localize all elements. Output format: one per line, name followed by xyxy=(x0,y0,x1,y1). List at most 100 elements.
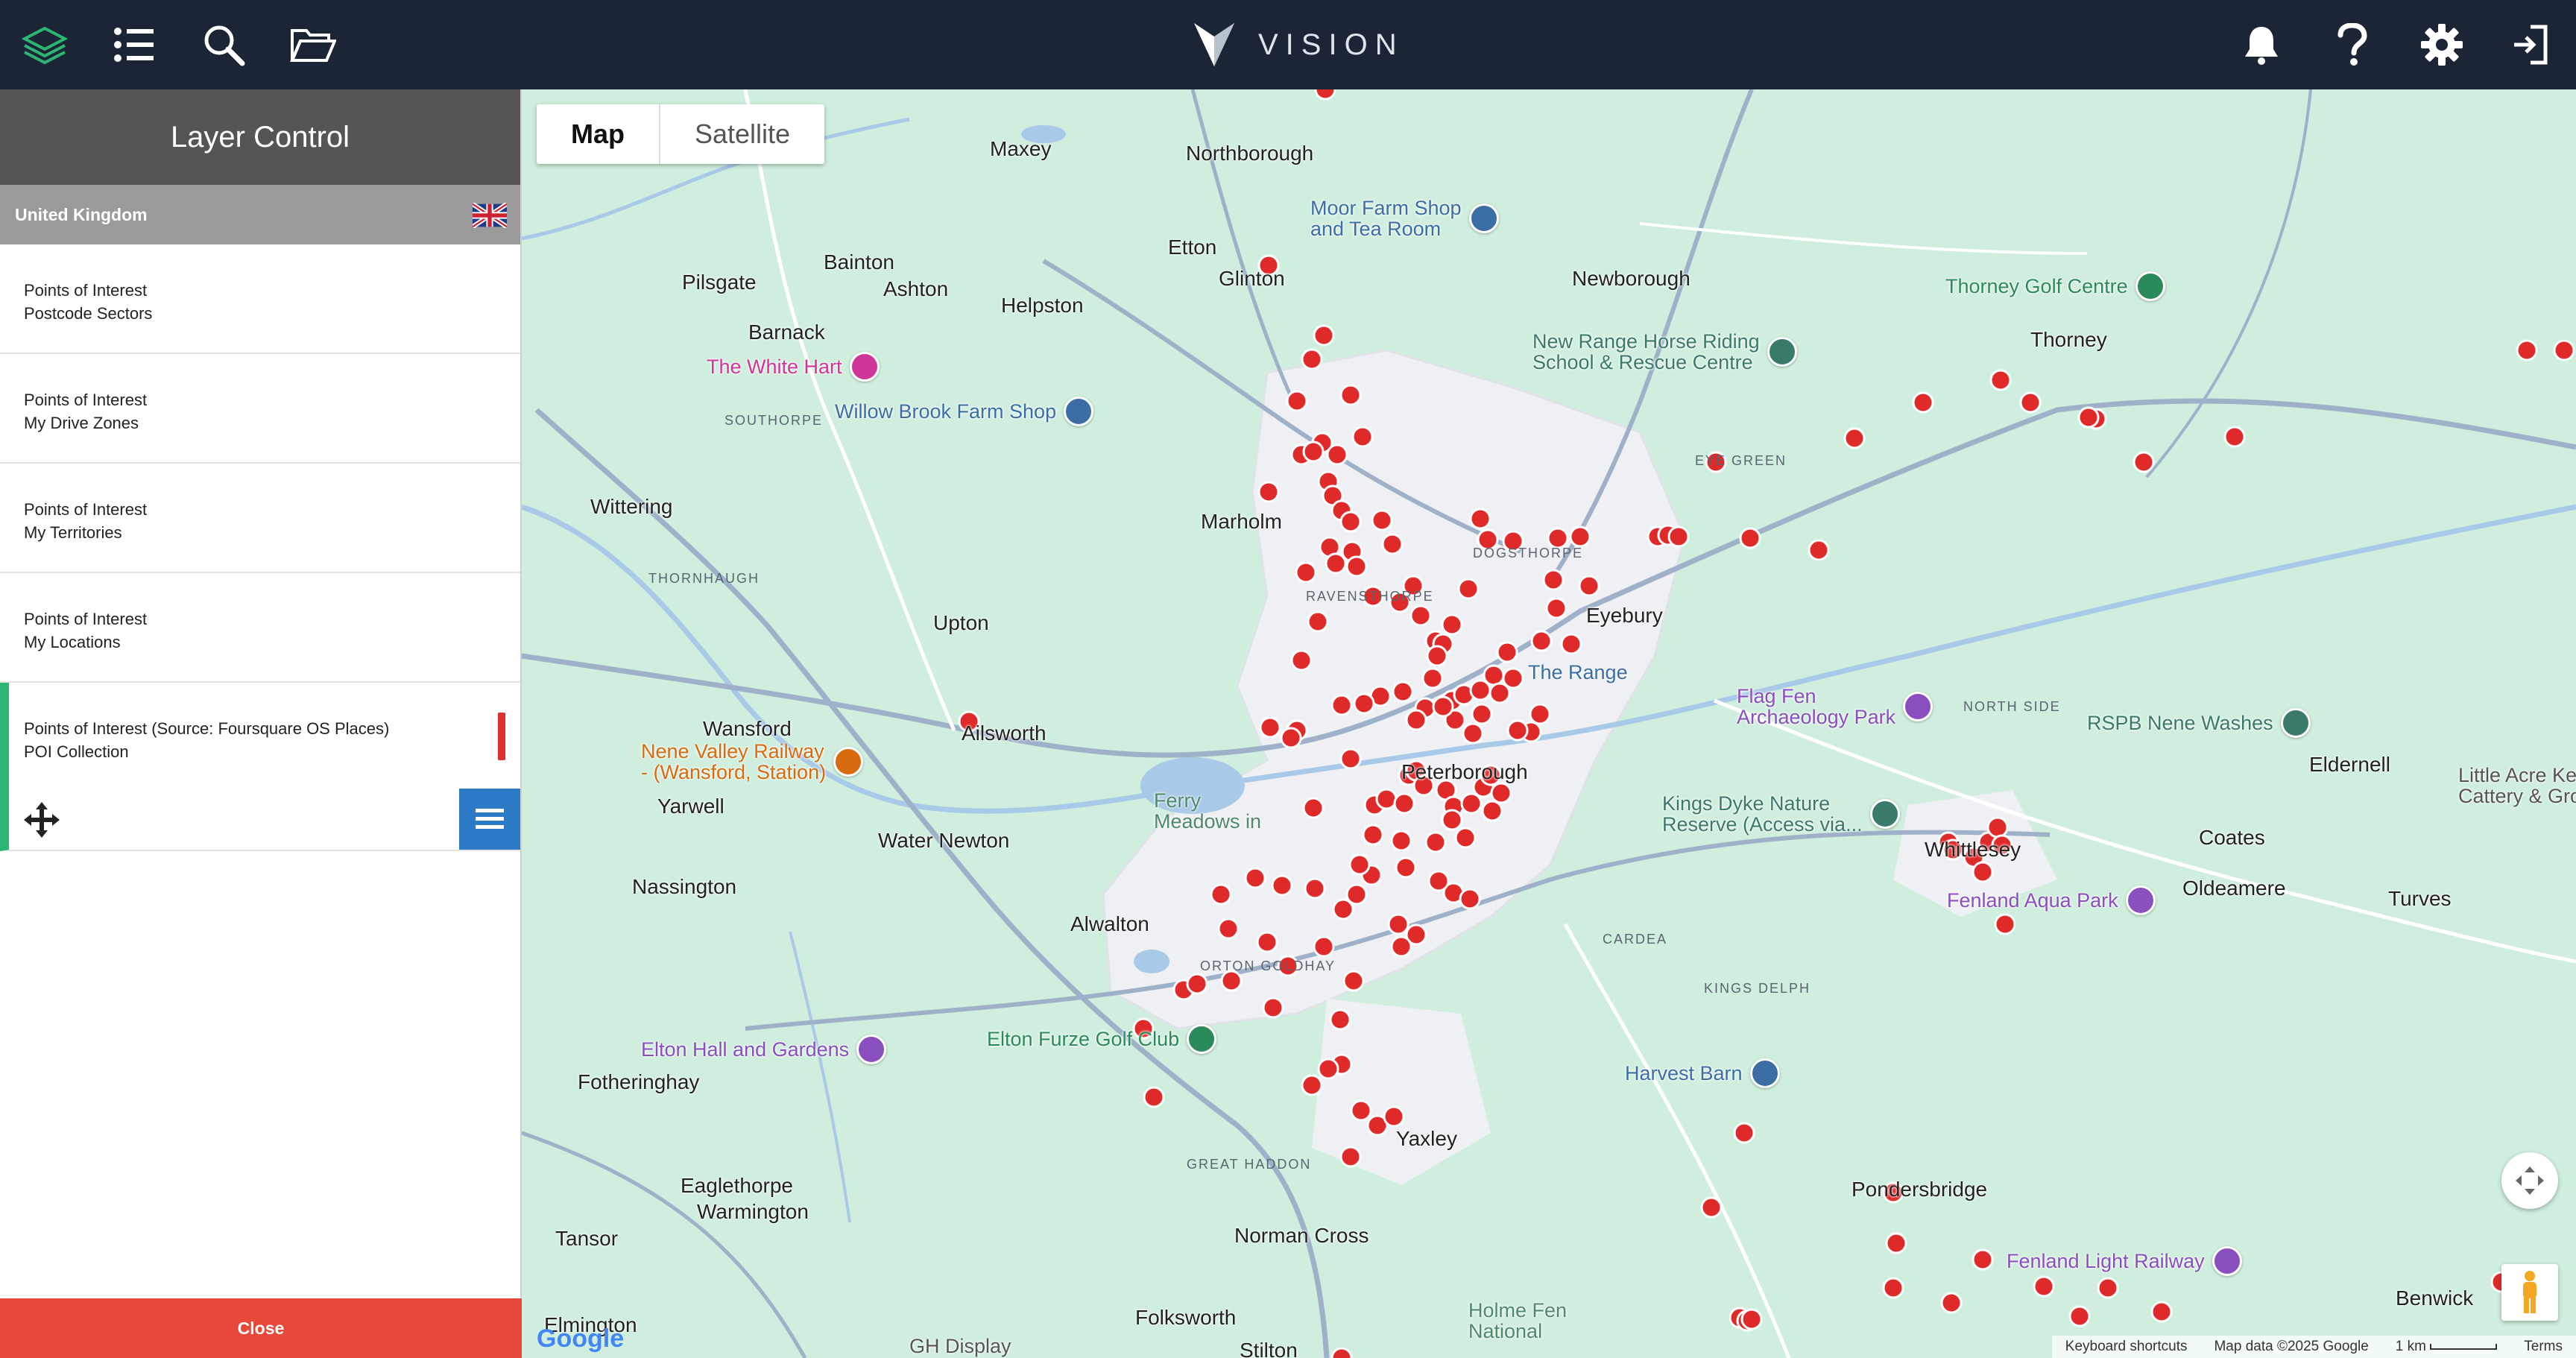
poi-marker[interactable] xyxy=(2150,1301,2173,1323)
poi-marker[interactable] xyxy=(2553,339,2575,361)
poi-marker[interactable] xyxy=(1383,1105,1405,1128)
poi-marker[interactable] xyxy=(1375,788,1398,810)
poi-label[interactable]: Willow Brook Farm Shop xyxy=(835,397,1094,426)
search-icon[interactable] xyxy=(197,18,250,72)
poi-marker[interactable] xyxy=(1339,384,1362,406)
poi-marker[interactable] xyxy=(1885,1232,1907,1254)
poi-marker[interactable] xyxy=(1339,748,1362,770)
poi-marker[interactable] xyxy=(1256,931,1278,953)
bell-icon[interactable] xyxy=(2235,18,2288,72)
poi-marker[interactable] xyxy=(1739,527,1761,549)
poi-marker[interactable] xyxy=(1262,997,1284,1019)
layers-icon[interactable] xyxy=(18,18,72,72)
poi-label[interactable]: New Range Horse Riding School & Rescue Ce… xyxy=(1532,331,1797,373)
poi-marker[interactable] xyxy=(1330,694,1353,716)
gear-icon[interactable] xyxy=(2415,18,2469,72)
poi-marker[interactable] xyxy=(1314,89,1336,101)
poi-marker[interactable] xyxy=(1143,1086,1165,1108)
poi-marker[interactable] xyxy=(1972,1248,1994,1271)
poi-label[interactable]: RSPB Nene Washes xyxy=(2087,708,2311,738)
bed-icon[interactable] xyxy=(849,352,880,382)
poi-marker[interactable] xyxy=(1994,913,2016,935)
poi-marker[interactable] xyxy=(1496,641,1518,663)
pegman-button[interactable] xyxy=(2501,1264,2558,1321)
help-icon[interactable] xyxy=(2326,18,2379,72)
camera-icon[interactable] xyxy=(1903,692,1933,721)
poi-label[interactable]: Harvest Barn xyxy=(1625,1058,1780,1088)
poi-label[interactable]: Holme Fen National xyxy=(1468,1300,1567,1342)
poi-marker[interactable] xyxy=(1426,645,1448,667)
poi-marker[interactable] xyxy=(1290,649,1313,672)
poi-label[interactable]: Little Acre Ke Cattery & Gro xyxy=(2458,765,2576,806)
poi-marker[interactable] xyxy=(1912,391,1934,414)
poi-marker[interactable] xyxy=(1459,888,1481,910)
poi-marker[interactable] xyxy=(1740,1308,1763,1330)
poi-marker[interactable] xyxy=(1843,427,1866,449)
poi-marker[interactable] xyxy=(1257,481,1280,503)
logout-icon[interactable] xyxy=(2503,18,2557,72)
poi-marker[interactable] xyxy=(2097,1277,2119,1299)
layer-menu-button[interactable] xyxy=(459,789,520,850)
poi-label[interactable]: The White Hart xyxy=(707,352,880,382)
poi-marker[interactable] xyxy=(1441,613,1463,636)
poi-marker[interactable] xyxy=(1342,970,1365,992)
poi-marker[interactable] xyxy=(1280,727,1302,749)
poi-marker[interactable] xyxy=(2077,406,2100,429)
poi-marker[interactable] xyxy=(1432,695,1454,718)
train-icon[interactable] xyxy=(833,747,864,777)
poi-marker[interactable] xyxy=(1244,867,1266,889)
poi-marker[interactable] xyxy=(1989,369,2012,391)
poi-marker[interactable] xyxy=(1542,569,1565,591)
poi-marker[interactable] xyxy=(1351,426,1374,448)
poi-label[interactable]: Fenland Aqua Park xyxy=(1947,885,2156,915)
poi-marker[interactable] xyxy=(1405,709,1427,731)
poi-marker[interactable] xyxy=(1490,782,1512,804)
poi-marker[interactable] xyxy=(1882,1277,1904,1299)
google-logo[interactable]: Google xyxy=(537,1324,624,1354)
poi-marker[interactable] xyxy=(1390,830,1412,852)
poi-marker[interactable] xyxy=(1569,525,1591,548)
poi-marker[interactable] xyxy=(1409,604,1432,627)
poi-marker[interactable] xyxy=(1271,874,1293,897)
poi-marker[interactable] xyxy=(1530,630,1553,652)
poi-marker[interactable] xyxy=(1325,552,1347,575)
pin-icon[interactable] xyxy=(1767,337,1797,367)
poi-marker[interactable] xyxy=(1348,853,1371,876)
keyboard-shortcuts-link[interactable]: Keyboard shortcuts xyxy=(2065,1339,2188,1355)
poi-marker[interactable] xyxy=(1186,973,1208,995)
poi-marker[interactable] xyxy=(1329,1008,1351,1031)
poi-marker[interactable] xyxy=(1469,679,1491,701)
poi-marker[interactable] xyxy=(2516,339,2538,361)
poi-label[interactable]: Flag Fen Archaeology Park xyxy=(1737,686,1933,727)
poi-label[interactable]: The Range xyxy=(1528,662,1628,683)
layer-item-drive-zones[interactable]: Points of Interest My Drive Zones xyxy=(0,354,520,464)
poi-marker[interactable] xyxy=(1301,348,1323,370)
poi-marker[interactable] xyxy=(1454,827,1477,849)
poi-marker[interactable] xyxy=(1345,555,1368,578)
layer-item-locations[interactable]: Points of Interest My Locations xyxy=(0,573,520,683)
poi-marker[interactable] xyxy=(1578,575,1600,597)
country-header[interactable]: United Kingdom xyxy=(0,185,520,244)
camera-icon[interactable] xyxy=(856,1035,887,1064)
poi-marker[interactable] xyxy=(1427,870,1450,892)
poi-marker[interactable] xyxy=(2068,1305,2091,1327)
layer-item-postcode-sectors[interactable]: Points of Interest Postcode Sectors xyxy=(0,244,520,354)
terms-link[interactable]: Terms xyxy=(2524,1339,2563,1355)
close-button[interactable]: Close xyxy=(0,1298,522,1358)
poi-marker[interactable] xyxy=(1506,719,1529,742)
poi-marker[interactable] xyxy=(1301,1074,1323,1096)
poi-marker[interactable] xyxy=(1940,1292,1963,1314)
poi-marker[interactable] xyxy=(1808,539,1830,561)
tree-icon[interactable] xyxy=(2280,708,2311,738)
poi-marker[interactable] xyxy=(1371,509,1393,531)
poi-label[interactable]: Kings Dyke Nature Reserve (Access via... xyxy=(1662,793,1900,835)
poi-marker[interactable] xyxy=(1393,792,1415,815)
poi-marker[interactable] xyxy=(1304,877,1326,900)
poi-marker[interactable] xyxy=(1502,667,1524,689)
poi-marker[interactable] xyxy=(1339,1146,1362,1168)
poi-marker[interactable] xyxy=(1733,1122,1755,1144)
list-icon[interactable] xyxy=(107,18,161,72)
poi-marker[interactable] xyxy=(1313,935,1335,958)
lock-icon[interactable] xyxy=(1064,397,1094,426)
poi-label[interactable]: Fenland Light Railway xyxy=(2007,1246,2242,1276)
